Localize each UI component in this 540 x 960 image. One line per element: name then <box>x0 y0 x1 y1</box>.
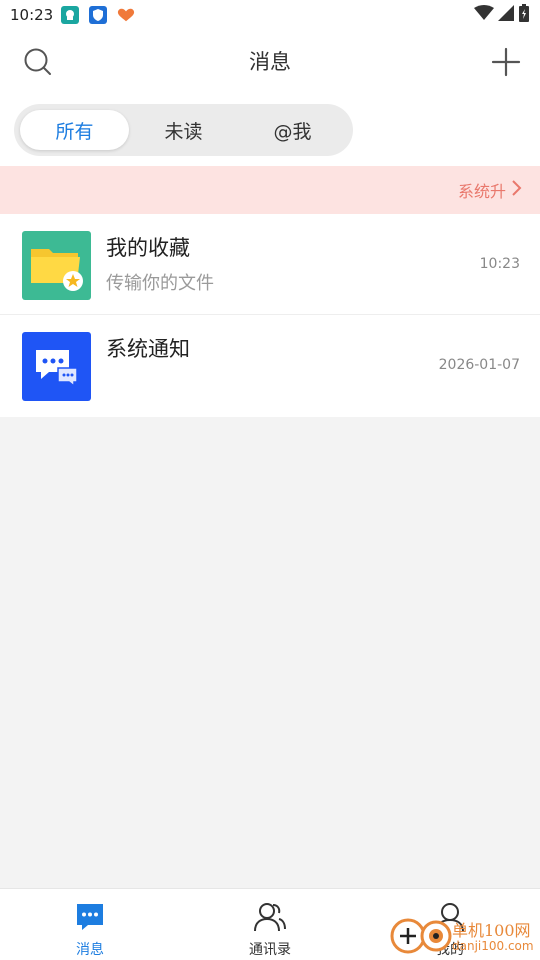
nav-messages[interactable]: 消息 <box>0 889 180 960</box>
app-notification-icon <box>61 6 80 24</box>
chat-time: 10:23 <box>479 256 520 272</box>
status-time: 10:23 <box>10 6 54 24</box>
wifi-icon <box>474 5 494 25</box>
filter-tabs-area: 所有 未读 @我 <box>0 92 540 166</box>
watermark-logo-icon <box>388 912 452 960</box>
heart-notification-icon <box>117 6 135 24</box>
contacts-icon <box>253 901 287 937</box>
chat-icon <box>74 901 106 937</box>
watermark-line2: danji100.com <box>452 938 534 953</box>
chat-time: 2026-01-07 <box>438 357 520 373</box>
tab-mentions[interactable]: @我 <box>238 110 347 150</box>
banner-text: 系统升 <box>457 182 506 201</box>
chat-list: 我的收藏 传输你的文件 10:23 系统通知 2026-01-07 <box>0 214 540 417</box>
filter-tabs: 所有 未读 @我 <box>14 104 353 156</box>
favorites-avatar <box>22 231 91 300</box>
chat-item-favorites[interactable]: 我的收藏 传输你的文件 10:23 <box>0 214 540 315</box>
folder-star-icon <box>31 249 83 291</box>
system-notice-avatar <box>22 332 91 401</box>
app-header: 消息 <box>0 30 540 92</box>
chevron-right-icon <box>510 179 522 201</box>
status-bar: 10:23 <box>0 0 540 30</box>
battery-icon <box>518 4 530 26</box>
search-icon[interactable] <box>22 46 54 78</box>
watermark: 单机100网 danji100.com <box>388 914 540 960</box>
add-icon[interactable] <box>490 46 522 78</box>
chat-name: 系统通知 <box>106 337 190 361</box>
chat-name: 我的收藏 <box>106 236 190 260</box>
tab-unread[interactable]: 未读 <box>129 110 238 150</box>
watermark-text: 单机100网 danji100.com <box>452 922 534 953</box>
tab-all[interactable]: 所有 <box>20 110 129 150</box>
chat-bubbles-icon <box>36 350 78 388</box>
shield-notification-icon <box>89 6 108 24</box>
page-title: 消息 <box>249 50 291 74</box>
nav-label: 通讯录 <box>249 942 291 958</box>
nav-contacts[interactable]: 通讯录 <box>180 889 360 960</box>
system-banner[interactable]: 系统升 <box>0 166 540 214</box>
status-indicators <box>474 4 530 26</box>
nav-label: 消息 <box>76 942 104 958</box>
chat-preview: 传输你的文件 <box>106 273 214 294</box>
signal-icon <box>498 5 514 25</box>
chat-item-system-notice[interactable]: 系统通知 2026-01-07 <box>0 315 540 417</box>
watermark-line1: 单机100网 <box>452 920 531 940</box>
